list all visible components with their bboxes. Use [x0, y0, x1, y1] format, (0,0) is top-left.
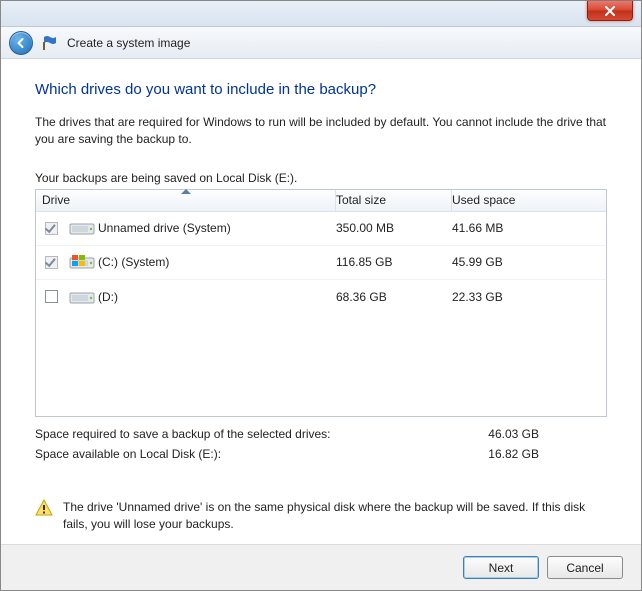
- space-required-label: Space required to save a backup of the s…: [35, 427, 331, 441]
- title-bar: [1, 1, 641, 27]
- header-total[interactable]: Total size: [336, 190, 452, 211]
- sort-caret-icon: [181, 189, 191, 194]
- wizard-title: Create a system image: [67, 36, 190, 50]
- saved-location-text: Your backups are being saved on Local Di…: [35, 171, 607, 185]
- close-icon: [604, 6, 616, 16]
- close-button[interactable]: [587, 1, 633, 21]
- table-row[interactable]: (C:) (System)116.85 GB45.99 GB: [36, 246, 606, 280]
- nav-bar: Create a system image: [1, 27, 641, 59]
- header-used[interactable]: Used space: [452, 193, 606, 207]
- warning-icon: [35, 499, 53, 517]
- header-drive[interactable]: Drive: [36, 190, 336, 211]
- drive-total-size: 68.36 GB: [336, 290, 452, 304]
- back-button[interactable]: [9, 31, 33, 55]
- drive-table: Drive Total size Used space Unnamed driv…: [35, 189, 607, 417]
- control-panel-icon: [41, 35, 59, 51]
- footer: Next Cancel: [1, 544, 641, 590]
- drive-total-size: 116.85 GB: [336, 255, 452, 269]
- cancel-button[interactable]: Cancel: [547, 556, 623, 579]
- drive-used-space: 45.99 GB: [452, 255, 606, 269]
- drive-icon: [66, 219, 98, 237]
- header-total-label: Total size: [336, 193, 386, 207]
- drive-used-space: 41.66 MB: [452, 221, 606, 235]
- space-required-value: 46.03 GB: [488, 427, 539, 441]
- header-drive-label: Drive: [42, 193, 70, 207]
- drive-checkbox: [45, 256, 58, 269]
- next-button[interactable]: Next: [463, 556, 539, 579]
- space-available-value: 16.82 GB: [488, 447, 539, 461]
- drive-windows-icon: [66, 253, 98, 271]
- table-row[interactable]: Unnamed drive (System)350.00 MB41.66 MB: [36, 212, 606, 246]
- drive-used-space: 22.33 GB: [452, 290, 606, 304]
- drive-checkbox: [45, 222, 58, 235]
- drive-name: (C:) (System): [98, 255, 336, 269]
- summary: Space required to save a backup of the s…: [35, 427, 607, 461]
- drive-name: (D:): [98, 290, 336, 304]
- space-available-label: Space available on Local Disk (E:):: [35, 447, 221, 461]
- warning-text: The drive 'Unnamed drive' is on the same…: [63, 499, 607, 533]
- header-used-label: Used space: [452, 193, 515, 207]
- back-arrow-icon: [15, 37, 27, 49]
- page-heading: Which drives do you want to include in t…: [35, 81, 607, 98]
- page-description: The drives that are required for Windows…: [35, 114, 607, 149]
- drive-icon: [66, 288, 98, 306]
- warning-panel: The drive 'Unnamed drive' is on the same…: [35, 499, 607, 533]
- drive-total-size: 350.00 MB: [336, 221, 452, 235]
- table-row[interactable]: (D:)68.36 GB22.33 GB: [36, 280, 606, 314]
- table-header[interactable]: Drive Total size Used space: [36, 190, 606, 212]
- drive-checkbox[interactable]: [45, 290, 58, 303]
- drive-name: Unnamed drive (System): [98, 221, 336, 235]
